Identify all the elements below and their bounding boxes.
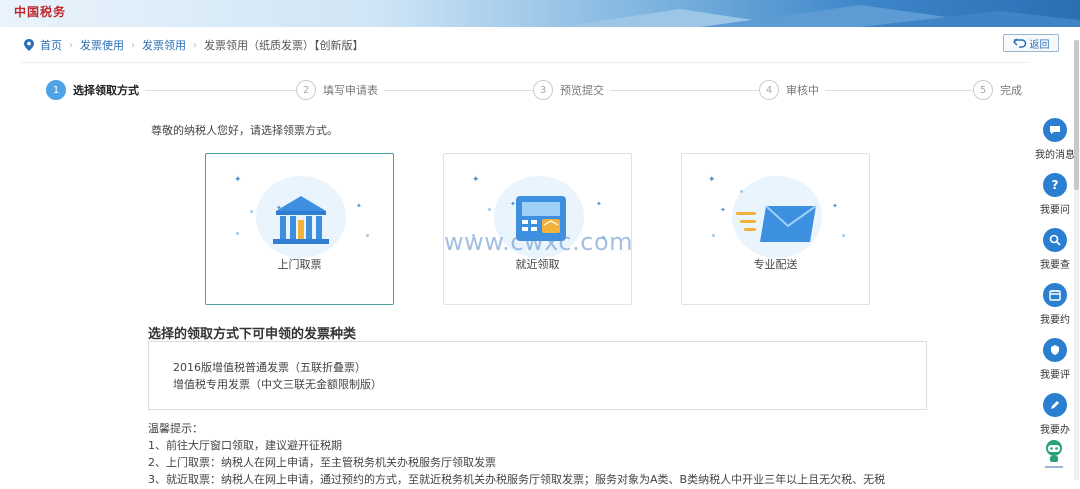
scrollbar-thumb[interactable] xyxy=(1074,40,1079,190)
breadcrumb-separator: › xyxy=(131,39,135,51)
sidebar-item-rate[interactable]: 我要评 xyxy=(1033,338,1077,381)
sidebar-item-messages[interactable]: 我的消息 xyxy=(1033,118,1077,161)
sidebar-item-appointment[interactable]: 我要约 xyxy=(1033,283,1077,326)
bank-building-icon xyxy=(273,196,329,244)
tips-section: 温馨提示： 1、前往大厅窗口领取，建议避开征税期 2、上门取票：纳税人在网上申请… xyxy=(148,420,885,488)
breadcrumb-invoice-use[interactable]: 发票使用 xyxy=(80,37,124,53)
option-card-pickup[interactable]: ✦ ✦ ✦ 上门取票 xyxy=(205,153,394,305)
step-number: 4 xyxy=(759,80,779,100)
search-icon xyxy=(1043,228,1067,252)
edit-icon xyxy=(1043,393,1067,417)
sidebar-item-handle[interactable]: 我要办 xyxy=(1033,393,1077,436)
location-pin-icon xyxy=(24,39,34,51)
option-label: 专业配送 xyxy=(753,258,798,271)
header-divider xyxy=(20,62,1030,63)
step-label: 完成 xyxy=(1000,84,1022,97)
step-5: 5 完成 xyxy=(973,80,1028,100)
tip-line: 2、上门取票：纳税人在网上申请，至主管税务机关办税服务厅领取发票 xyxy=(148,456,496,469)
tip-line: 3、就近取票：纳税人在网上申请，通过预约的方式，至就近税务机关办税服务厅领取发票… xyxy=(148,473,886,486)
sidebar-item-label: 我要办 xyxy=(1040,425,1070,436)
breadcrumb-invoice-collect[interactable]: 发票领用 xyxy=(142,37,186,53)
greeting-text: 尊敬的纳税人您好，请选择领票方式。 xyxy=(151,124,338,137)
rating-icon xyxy=(1043,338,1067,362)
back-button[interactable]: 返回 xyxy=(1003,34,1059,52)
invoice-types-box: 2016版增值税普通发票（五联折叠票） 增值税专用发票（中文三联无金额限制版） xyxy=(148,341,927,410)
invoice-types-title: 选择的领取方式下可申领的发票种类 xyxy=(148,327,357,342)
sidebar-item-label: 我要问 xyxy=(1040,205,1070,216)
message-icon xyxy=(1043,118,1067,142)
sidebar-item-search[interactable]: 我要查 xyxy=(1033,228,1077,271)
question-icon: ? xyxy=(1043,173,1067,197)
site-logo[interactable]: 中国税务 xyxy=(14,3,66,20)
assistant-robot-icon[interactable] xyxy=(1043,437,1065,471)
progress-steps: 1 选择领取方式 2 填写申请表 3 预览提交 4 审核中 5 完成 xyxy=(46,80,1030,102)
step-number: 3 xyxy=(533,80,553,100)
sidebar-item-label: 我要约 xyxy=(1040,315,1070,326)
breadcrumb: 首页 › 发票使用 › 发票领用 › 发票领用（纸质发票）【创新版】 xyxy=(24,34,364,56)
tips-heading: 温馨提示： xyxy=(148,422,203,435)
invoice-type-item: 2016版增值税普通发票（五联折叠票） xyxy=(173,361,366,374)
step-number: 5 xyxy=(973,80,993,100)
step-3: 3 预览提交 xyxy=(533,80,610,100)
step-number: 1 xyxy=(46,80,66,100)
step-label: 审核中 xyxy=(786,84,819,97)
option-label: 就近领取 xyxy=(515,258,560,271)
breadcrumb-current: 发票领用（纸质发票）【创新版】 xyxy=(204,39,364,52)
sidebar-item-label: 我要查 xyxy=(1040,260,1070,271)
step-label: 预览提交 xyxy=(560,84,604,97)
step-2: 2 填写申请表 xyxy=(296,80,384,100)
sidebar-item-label: 我的消息 xyxy=(1035,150,1075,161)
sidebar-item-ask[interactable]: ? 我要问 xyxy=(1033,173,1077,216)
breadcrumb-separator: › xyxy=(193,39,197,51)
step-1: 1 选择领取方式 xyxy=(46,80,145,100)
step-number: 2 xyxy=(296,80,316,100)
calendar-icon xyxy=(1043,283,1067,307)
back-button-label: 返回 xyxy=(1029,39,1050,51)
step-label: 填写申请表 xyxy=(323,84,378,97)
sidebar-item-label: 我要评 xyxy=(1040,370,1070,381)
page-scrollbar[interactable] xyxy=(1074,40,1079,480)
envelope-delivery-icon xyxy=(736,205,817,242)
step-4: 4 审核中 xyxy=(759,80,825,100)
option-label: 上门取票 xyxy=(277,258,322,271)
tip-line: 1、前往大厅窗口领取，建议避开征税期 xyxy=(148,439,342,452)
header-banner: 中国税务 xyxy=(0,0,1080,27)
breadcrumb-separator: › xyxy=(69,39,73,51)
option-card-delivery[interactable]: ✦ ✦ ✦ 专业配送 xyxy=(681,153,870,305)
step-label: 选择领取方式 xyxy=(73,84,139,97)
breadcrumb-home[interactable]: 首页 xyxy=(40,37,62,53)
invoice-type-item: 增值税专用发票（中文三联无金额限制版） xyxy=(173,378,382,391)
return-arrow-icon xyxy=(1012,38,1026,48)
watermark-text: www.cwxc.com xyxy=(444,228,633,256)
